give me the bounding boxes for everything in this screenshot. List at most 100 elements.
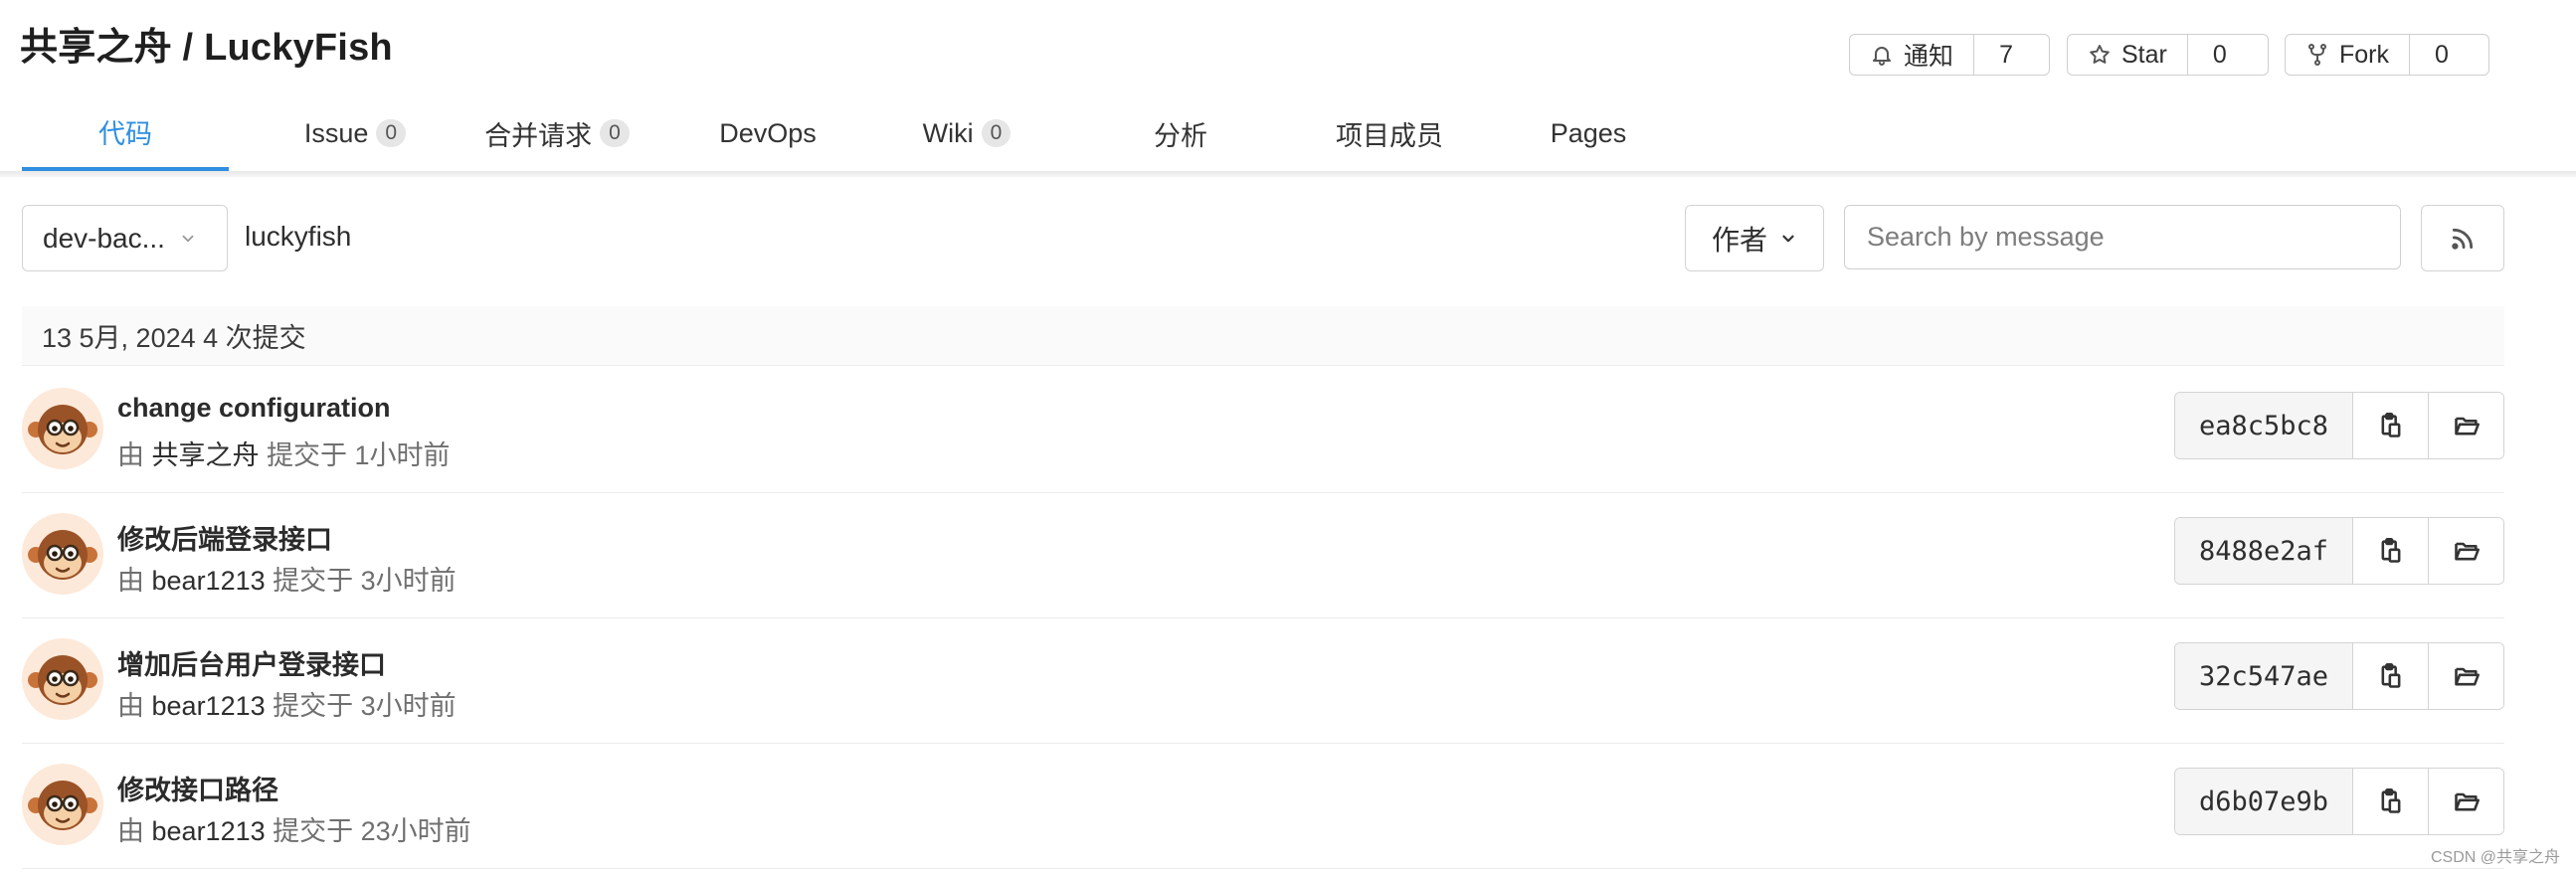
rss-feed-button[interactable]	[2421, 205, 2504, 271]
commit-title[interactable]: 修改接口路径	[117, 769, 278, 807]
star-count[interactable]: 0	[2188, 35, 2252, 75]
notify-button-group: 通知 7	[1849, 34, 2050, 76]
notify-count[interactable]: 7	[1974, 35, 2038, 75]
search-commits-input[interactable]	[1844, 205, 2401, 269]
repo-title: 共享之舟 / LuckyFish	[20, 27, 393, 69]
folder-open-icon	[2454, 542, 2480, 561]
commit-meta: 由 共享之舟 提交于 1小时前	[117, 434, 451, 472]
tab-label: Pages	[1550, 117, 1627, 148]
by-label: 由	[117, 691, 144, 721]
tab-label: 分析	[1154, 120, 1207, 151]
by-label: 由	[117, 566, 144, 596]
copy-sha-button[interactable]	[2353, 518, 2428, 584]
browse-files-button[interactable]	[2428, 769, 2503, 834]
commit-author[interactable]: bear1213	[152, 816, 266, 846]
commit-day-header: 13 5月, 2024 4 次提交	[22, 306, 2504, 366]
merge-request-count-badge: 0	[600, 119, 630, 147]
tab-label: 项目成员	[1336, 120, 1443, 151]
watermark: CSDN @共享之舟	[2430, 849, 2560, 866]
browse-files-button[interactable]	[2428, 518, 2503, 584]
tab-label: DevOps	[719, 117, 817, 148]
commit-title[interactable]: change configuration	[117, 393, 391, 424]
commit-time: 提交于 1小时前	[267, 440, 451, 470]
commit-meta: 由 bear1213 提交于 3小时前	[117, 684, 457, 723]
monkey-avatar	[22, 513, 103, 595]
commit-row: 增加后台用户登录接口 由 bear1213 提交于 3小时前 32c547ae	[22, 618, 2504, 744]
by-label: 由	[117, 816, 144, 846]
tab-code[interactable]: 代码	[22, 95, 229, 171]
commit-row: 修改接口路径 由 bear1213 提交于 23小时前 d6b07e9b	[22, 744, 2504, 869]
tab-merge-requests[interactable]: 合并请求 0	[458, 95, 656, 171]
commit-author[interactable]: bear1213	[152, 566, 266, 596]
commit-author[interactable]: bear1213	[152, 691, 266, 721]
author-filter-label: 作者	[1711, 224, 1767, 256]
commit-title[interactable]: 增加后台用户登录接口	[117, 643, 386, 682]
tab-label: 代码	[98, 118, 152, 149]
fork-button-group: Fork 0	[2285, 34, 2489, 76]
commit-sha-button[interactable]: d6b07e9b	[2175, 769, 2353, 834]
commit-actions: ea8c5bc8	[2174, 392, 2504, 459]
tab-analytics[interactable]: 分析	[1106, 95, 1255, 171]
folder-open-icon	[2454, 417, 2480, 436]
commit-row: 修改后端登录接口 由 bear1213 提交于 3小时前 8488e2af	[22, 493, 2504, 618]
commit-sha-button[interactable]: 8488e2af	[2175, 518, 2353, 584]
clipboard-icon	[2381, 538, 2400, 563]
folder-open-icon	[2454, 667, 2480, 686]
clipboard-icon	[2381, 413, 2400, 437]
commit-sha-button[interactable]: 32c547ae	[2175, 643, 2353, 709]
clipboard-icon	[2381, 788, 2400, 813]
monkey-avatar	[22, 638, 103, 720]
copy-sha-button[interactable]	[2353, 393, 2428, 458]
folder-open-icon	[2454, 792, 2480, 811]
tab-label: Issue	[303, 117, 369, 148]
chevron-down-icon	[182, 235, 194, 242]
author-filter-dropdown[interactable]: 作者	[1685, 205, 1824, 271]
browse-files-button[interactable]	[2428, 643, 2503, 709]
tab-pages[interactable]: Pages	[1504, 95, 1673, 171]
project-tabs: 代码 Issue 0 合并请求 0 DevOps Wiki 0 分析 项目成员 …	[22, 95, 2576, 171]
chevron-down-icon	[1782, 235, 1794, 242]
commit-sha-button[interactable]: ea8c5bc8	[2175, 393, 2353, 458]
commit-row: change configuration 由 共享之舟 提交于 1小时前 ea8…	[22, 368, 2504, 493]
copy-sha-button[interactable]	[2353, 769, 2428, 834]
commit-actions: 32c547ae	[2174, 642, 2504, 710]
bell-icon	[1873, 47, 1891, 66]
notify-label: 通知	[1904, 43, 1954, 71]
commit-meta: 由 bear1213 提交于 3小时前	[117, 559, 457, 598]
commit-actions: d6b07e9b	[2174, 768, 2504, 835]
star-icon	[2090, 45, 2110, 64]
commit-author[interactable]: 共享之舟	[152, 440, 260, 470]
branch-dropdown[interactable]: dev-bac...	[22, 205, 228, 271]
tabs-divider	[0, 171, 2576, 177]
commit-meta: 由 bear1213 提交于 23小时前	[117, 809, 471, 848]
by-label: 由	[117, 440, 144, 470]
commit-time: 提交于 3小时前	[273, 566, 457, 596]
tab-members[interactable]: 项目成员	[1295, 95, 1484, 171]
issue-count-badge: 0	[376, 119, 407, 147]
tab-label: 合并请求	[484, 120, 593, 151]
fork-count[interactable]: 0	[2410, 35, 2474, 75]
wiki-count-badge: 0	[981, 119, 1012, 147]
rss-icon	[2452, 228, 2474, 250]
commit-title[interactable]: 修改后端登录接口	[117, 518, 332, 557]
fork-icon	[2308, 44, 2326, 66]
browse-files-button[interactable]	[2428, 393, 2503, 458]
commit-time: 提交于 23小时前	[273, 816, 471, 846]
star-button-group: Star 0	[2067, 34, 2269, 76]
tab-label: Wiki	[922, 117, 974, 148]
clipboard-icon	[2381, 663, 2400, 688]
tab-issue[interactable]: Issue 0	[271, 95, 440, 171]
fork-button[interactable]: Fork	[2286, 35, 2410, 75]
monkey-avatar	[22, 388, 103, 469]
tab-devops[interactable]: DevOps	[678, 95, 857, 171]
monkey-avatar	[22, 764, 103, 845]
copy-sha-button[interactable]	[2353, 643, 2428, 709]
star-label: Star	[2121, 40, 2167, 69]
tab-wiki[interactable]: Wiki 0	[887, 95, 1046, 171]
star-button[interactable]: Star	[2068, 35, 2188, 75]
branch-name: dev-bac...	[43, 222, 165, 254]
notify-button[interactable]: 通知	[1850, 35, 1975, 75]
commit-actions: 8488e2af	[2174, 517, 2504, 585]
fork-label: Fork	[2339, 40, 2389, 69]
path-breadcrumb[interactable]: luckyfish	[245, 221, 351, 253]
